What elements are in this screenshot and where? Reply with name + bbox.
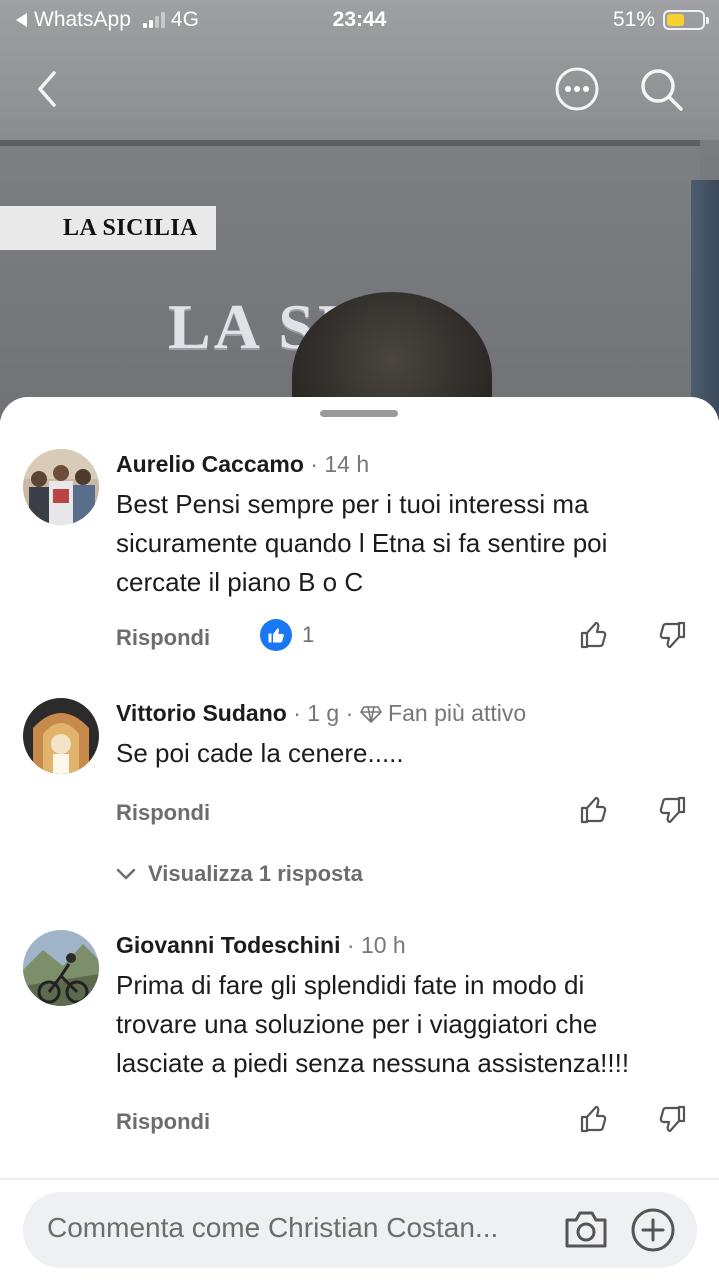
more-options-icon (555, 67, 599, 111)
thumbs-up-button[interactable] (578, 794, 610, 831)
like-count-badge[interactable]: 1 (260, 619, 314, 651)
reply-button[interactable]: Rispondi (116, 625, 210, 651)
thumbs-down-icon (659, 1105, 686, 1133)
comment-author[interactable]: Giovanni Todeschini (116, 932, 341, 958)
reply-button[interactable]: Rispondi (116, 1109, 210, 1135)
camera-icon (565, 1211, 607, 1248)
comment-text: Best Pensi sempre per i tuoi interessi m… (116, 485, 699, 602)
comment-time: · 1 g · (293, 700, 354, 726)
chevron-down-icon (116, 868, 136, 880)
fan-badge: Fan più attivo (359, 700, 527, 726)
comment-header: Aurelio Caccamo · 14 h (116, 449, 699, 479)
chevron-left-icon (38, 71, 56, 107)
battery-icon (663, 10, 709, 30)
avatar[interactable] (23, 930, 99, 1006)
comments-sheet: Aurelio Caccamo · 14 h Best Pensi sempre… (0, 397, 719, 1280)
sheet-grabber[interactable] (320, 410, 398, 417)
comment-actions: Rispondi 1 (116, 619, 699, 659)
thumbs-up-button[interactable] (578, 1103, 610, 1140)
comment-line: lasciate a piedi senza nessuna assistenz… (116, 1048, 630, 1078)
comment-line: Best Pensi sempre per i tuoi interessi m… (116, 489, 589, 519)
search-button[interactable] (636, 64, 686, 114)
comment-line: Prima di fare gli splendidi fate in modo… (116, 970, 585, 1000)
add-button[interactable] (629, 1206, 677, 1259)
more-options-button[interactable] (552, 64, 602, 114)
comment-input[interactable]: Commenta come Christian Costan... (47, 1212, 557, 1244)
like-count: 1 (302, 622, 315, 647)
status-bar: WhatsApp 4G 23:44 51% (0, 0, 719, 40)
comment-composer[interactable]: Commenta come Christian Costan... (23, 1192, 697, 1268)
camera-button[interactable] (563, 1208, 609, 1255)
diamond-icon (359, 706, 382, 723)
comment-time: · 10 h (346, 932, 406, 958)
comment-line: sicuramente quando l Etna si fa sentire … (116, 528, 608, 558)
comment-line: Se poi cade la cenere..... (116, 738, 404, 768)
comment-line: cercate il piano B o C (116, 567, 364, 597)
thumbs-up-icon (580, 621, 607, 649)
comment-line: trovare una soluzione per i viaggiatori … (116, 1009, 598, 1039)
view-replies-button[interactable]: Visualizza 1 risposta (116, 861, 363, 887)
composer-divider (0, 1178, 719, 1180)
avatar[interactable] (23, 698, 99, 774)
comment-text: Prima di fare gli splendidi fate in modo… (116, 966, 699, 1083)
battery-percent: 51% (612, 8, 655, 31)
video-background: LA SICILIA LA SI IA (0, 0, 719, 420)
comment-author[interactable]: Aurelio Caccamo (116, 451, 304, 477)
thumbs-up-icon (580, 796, 607, 824)
avatar[interactable] (23, 449, 99, 525)
comment-actions: Rispondi (116, 1103, 699, 1143)
like-icon (260, 619, 292, 651)
comment-time: · 14 h (310, 451, 370, 477)
clock: 23:44 (332, 8, 387, 31)
news-banner-text: LA SICILIA (62, 214, 198, 241)
battery-fill (667, 14, 685, 26)
thumbs-up-button[interactable] (578, 619, 610, 656)
thumbs-down-button[interactable] (656, 1103, 688, 1140)
comment-author[interactable]: Vittorio Sudano (116, 700, 287, 726)
news-banner: LA SICILIA (0, 206, 216, 250)
view-replies-label: Visualizza 1 risposta (148, 861, 363, 886)
search-icon (641, 69, 683, 111)
thumbs-up-icon (580, 1105, 607, 1133)
thumbs-down-button[interactable] (656, 794, 688, 831)
thumbs-down-icon (659, 796, 686, 824)
reply-button[interactable]: Rispondi (116, 800, 210, 826)
back-button[interactable] (22, 64, 72, 114)
comment-actions: Rispondi (116, 794, 699, 834)
side-panel (691, 180, 719, 420)
comment-header: Giovanni Todeschini · 10 h (116, 930, 699, 960)
fan-badge-label: Fan più attivo (388, 700, 527, 726)
plus-icon (631, 1208, 675, 1252)
thumbs-down-button[interactable] (656, 619, 688, 656)
thumbs-down-icon (659, 621, 686, 649)
comment-text: Se poi cade la cenere..... (116, 734, 699, 773)
comment-header: Vittorio Sudano · 1 g · Fan più attivo (116, 698, 699, 728)
